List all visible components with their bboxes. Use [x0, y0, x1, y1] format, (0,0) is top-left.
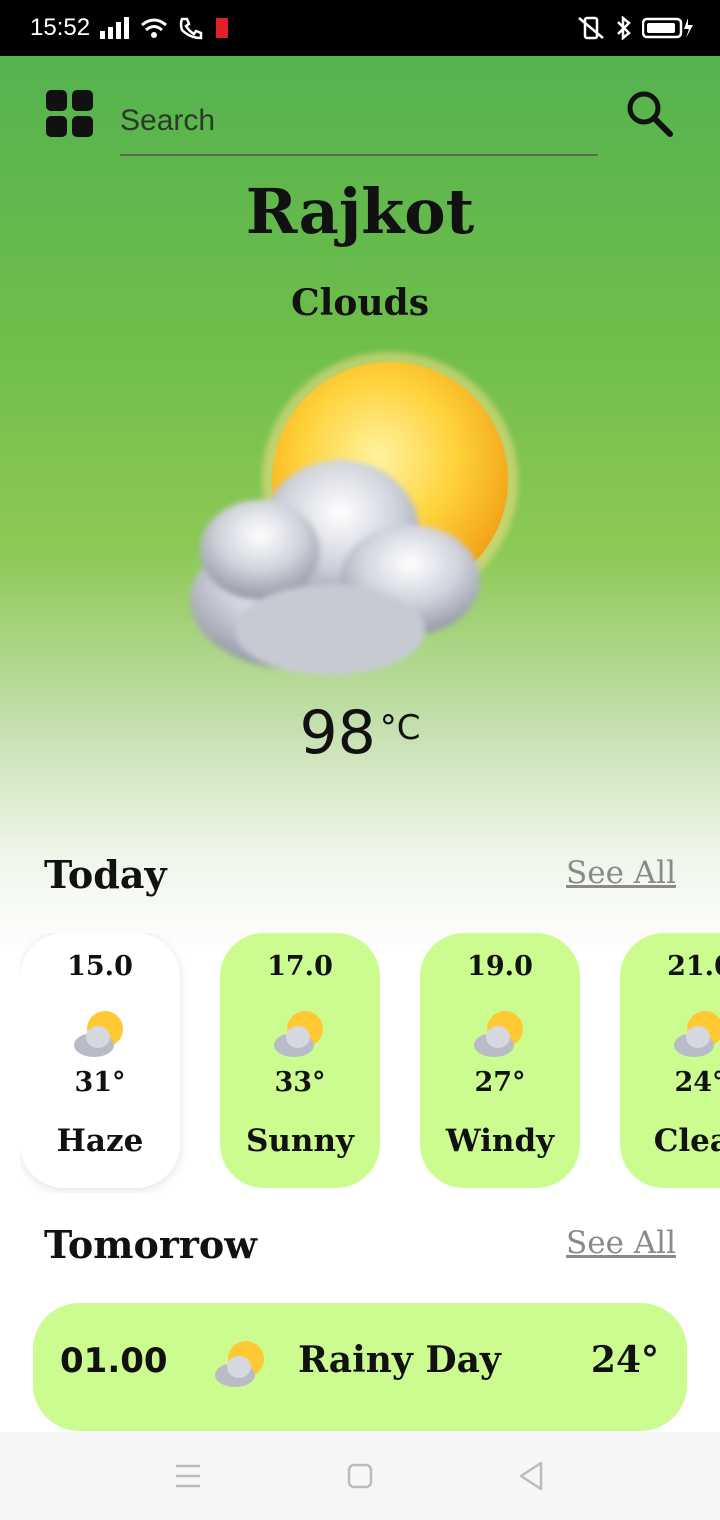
- current-condition: Clouds: [291, 282, 429, 324]
- card-time: 17.0: [267, 951, 333, 982]
- card-time: 21.0: [667, 951, 720, 982]
- cloud-sun-icon: [274, 1011, 323, 1057]
- tomorrow-forecast-row[interactable]: 01.00 Rainy Day 24°: [33, 1303, 687, 1431]
- cloud-sun-icon: [74, 1011, 123, 1057]
- forecast-card[interactable]: 21.0 24° Clear: [620, 933, 720, 1188]
- row-condition: Rainy Day: [298, 1339, 501, 1381]
- card-temp: 31°: [74, 1067, 126, 1098]
- battery-icon: [642, 17, 693, 39]
- row-time: 01.00: [60, 1341, 168, 1381]
- temp-unit: °C: [379, 708, 421, 748]
- tomorrow-title: Tomorrow: [44, 1222, 257, 1267]
- search-icon[interactable]: [624, 88, 674, 138]
- cloud-sun-icon: [674, 1011, 720, 1057]
- forecast-card[interactable]: 17.0 33° Sunny: [220, 933, 380, 1188]
- status-icons-left: [100, 16, 230, 40]
- today-see-all-link[interactable]: See All: [566, 855, 676, 891]
- status-bar: 15:52: [0, 0, 720, 56]
- grid-icon[interactable]: [46, 90, 94, 138]
- card-time: 19.0: [467, 951, 533, 982]
- card-temp: 24°: [674, 1067, 720, 1098]
- bluetooth-icon: [617, 16, 631, 40]
- vibrate-icon: [578, 16, 604, 40]
- status-time: 15:52: [30, 14, 91, 41]
- cloud-sun-icon: [474, 1011, 523, 1057]
- forecast-card[interactable]: 15.0 31° Haze: [20, 933, 180, 1188]
- wifi-icon: [141, 18, 167, 38]
- tomorrow-see-all-link[interactable]: See All: [566, 1225, 676, 1261]
- card-condition: Sunny: [245, 1123, 354, 1159]
- system-nav-bar: [0, 1432, 720, 1520]
- nav-menu-icon[interactable]: [166, 1454, 210, 1498]
- card-condition: Clear: [653, 1123, 720, 1159]
- temp-value: 98: [299, 698, 376, 768]
- signal-icon: [100, 17, 129, 39]
- cloud-sun-icon: [215, 1341, 264, 1387]
- card-temp: 33°: [274, 1067, 326, 1098]
- today-title: Today: [44, 852, 167, 897]
- today-forecast-list: 15.0 31° Haze 17.0 33° Sunny 19.0 27° Wi…: [20, 933, 720, 1193]
- status-icons-right: [576, 16, 694, 40]
- current-temperature: 98 °C: [0, 698, 720, 768]
- card-time: 15.0: [67, 951, 133, 982]
- row-temp: 24°: [590, 1339, 659, 1381]
- battery-alert-icon: [216, 18, 228, 38]
- search-input[interactable]: [120, 88, 598, 156]
- call-icon: [179, 17, 203, 40]
- cloud-sun-icon: [190, 352, 518, 675]
- card-temp: 27°: [474, 1067, 526, 1098]
- card-condition: Windy: [445, 1123, 555, 1159]
- forecast-card[interactable]: 19.0 27° Windy: [420, 933, 580, 1188]
- nav-back-icon[interactable]: [510, 1454, 554, 1498]
- nav-home-icon[interactable]: [338, 1454, 382, 1498]
- card-condition: Haze: [56, 1123, 144, 1159]
- city-name: Rajkot: [245, 175, 475, 248]
